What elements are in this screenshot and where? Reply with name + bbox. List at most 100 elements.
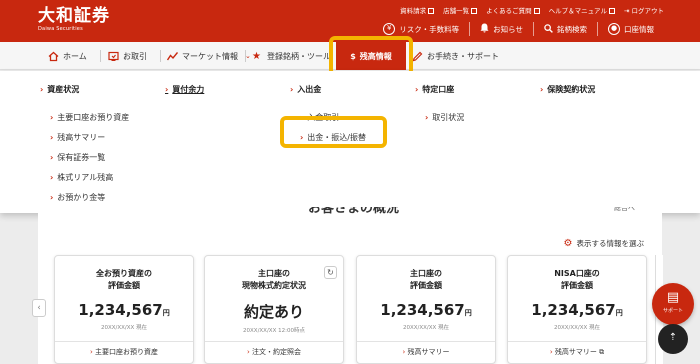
account-info-button[interactable]: ● 口座情報	[597, 22, 664, 36]
chat-bubble-icon: ▤	[666, 290, 680, 305]
menu-col-asset-status: › 資産状況 › 主要口座お預り資産 › 残高サマリー › 保有証券一覧 › 株式リアル残…	[40, 84, 129, 207]
logo-subtext: Daiwa Securities	[38, 26, 83, 32]
chevron-right-icon: ›	[50, 152, 54, 162]
external-link-icon	[471, 8, 478, 14]
external-link-icon	[608, 8, 615, 14]
card-link-balance-summary[interactable]: › 残高サマリー	[357, 341, 495, 357]
home-icon	[48, 51, 59, 61]
chevron-right-icon: ›	[540, 85, 544, 94]
risk-fees-button[interactable]: ¥ リスク・手数料等	[373, 22, 469, 36]
card-title-line2: 評価金額	[410, 281, 442, 290]
card-date: 20XX/XX/XX 現在	[402, 325, 450, 331]
overview-more-link[interactable]: 総合ペ	[614, 207, 635, 214]
highlight-balance-info	[329, 36, 413, 76]
menu-heading-buying-power[interactable]: › 買付余力	[165, 84, 204, 95]
header-actions: ¥ リスク・手数料等 お知らせ 銘柄検索 ● 口座情報	[373, 22, 664, 36]
notifications-button[interactable]: お知らせ	[469, 22, 533, 36]
card-title-line1: NISA口座の	[554, 269, 600, 278]
highlight-withdraw-transfer	[280, 116, 387, 148]
nav-divider	[245, 50, 246, 62]
menu-col-insurance: › 保険契約状況	[540, 84, 595, 107]
stock-search-button[interactable]: 銘柄検索	[533, 22, 597, 36]
menu-item-main-account-assets[interactable]: › 主要口座お預り資産	[50, 107, 129, 127]
user-icon: ●	[608, 23, 620, 35]
gear-icon: ⚙	[563, 238, 573, 249]
card-title-line1: 主口座の	[410, 269, 442, 278]
external-link-icon	[533, 8, 540, 14]
menu-heading-asset-status[interactable]: › 資産状況	[40, 84, 129, 95]
menu-item-realtime-stock-balance[interactable]: › 株式リアル残高	[50, 167, 129, 187]
card-title-line2: 評価金額	[108, 281, 140, 290]
carousel-prev-button[interactable]: ‹	[32, 299, 46, 317]
logout-icon: ⇥	[623, 7, 630, 15]
logo-text: 大和証券	[38, 6, 110, 26]
back-to-top-button[interactable]: ⇡	[658, 324, 688, 354]
chevron-right-icon: ›	[50, 192, 54, 202]
util-link-store-list[interactable]: 店舗一覧	[443, 5, 478, 15]
card-value: 1,234,567	[78, 301, 163, 319]
menu-heading-deposit-withdraw[interactable]: › 入出金	[290, 84, 366, 95]
card-date: 20XX/XX/XX 現在	[100, 325, 148, 331]
card-title-line2: 評価金額	[561, 281, 593, 290]
menu-heading-insurance[interactable]: › 保険契約状況	[540, 84, 595, 95]
chevron-right-icon: ›	[50, 112, 54, 122]
chevron-right-icon: ›	[165, 85, 169, 94]
chevron-right-icon: ›	[415, 85, 419, 94]
util-link-document-request[interactable]: 資料請求	[400, 5, 435, 15]
nav-home[interactable]: ホーム	[48, 42, 87, 70]
card-value: 1,234,567	[380, 301, 465, 319]
card-unit: 円	[615, 309, 623, 317]
card-link-main-account-assets[interactable]: › 主要口座お預り資産	[55, 341, 193, 357]
refresh-icon[interactable]: ↻	[324, 266, 337, 279]
card-total-assets: 全お預り資産の 評価金額 1,234,567円 20XX/XX/XX 現在 › 主…	[54, 255, 194, 364]
menu-item-transaction-status[interactable]: › 取引状況	[425, 107, 464, 127]
trade-icon	[108, 51, 119, 61]
external-link-icon	[428, 8, 435, 14]
chevron-right-icon: ›	[425, 112, 429, 122]
nav-market-info[interactable]: マーケット情報 ⌄	[167, 42, 251, 70]
card-date: 20XX/XX/XX 12:00時点	[243, 328, 305, 334]
card-stock-execution: ↻ 主口座の現物株式約定状況 約定あり 20XX/XX/XX 12:00時点 ›…	[204, 255, 344, 364]
card-title-line1: 全お預り資産の	[96, 269, 152, 278]
card-link-nisa-summary[interactable]: › 残高サマリー ⧉	[508, 341, 646, 357]
external-link-icon: ⧉	[599, 348, 605, 356]
card-value: 約定あり	[243, 303, 304, 321]
card-nisa-value: NISA口座の 評価金額 1,234,567円 20XX/XX/XX 現在 › 残…	[507, 255, 647, 364]
coin-icon: ¥	[383, 23, 396, 35]
bell-icon	[480, 23, 489, 35]
utility-links: 資料請求 店舗一覧 よくあるご質問 ヘルプ＆マニュアル ⇥ ログアウト	[400, 5, 664, 15]
arrow-up-icon: ⇡	[668, 332, 678, 343]
card-title-line1: 主口座の	[258, 269, 290, 278]
chevron-right-icon: ›	[50, 172, 54, 182]
display-settings-link[interactable]: ⚙ 表示する情報を選ぶ	[564, 238, 644, 249]
chart-line-icon	[167, 51, 178, 60]
chevron-right-icon: ›	[40, 85, 44, 94]
menu-item-holdings-list[interactable]: › 保有証券一覧	[50, 147, 129, 167]
star-icon: ★	[252, 50, 261, 62]
card-date: 20XX/XX/XX 現在	[553, 325, 601, 331]
overview-title: お客さまの概況	[308, 207, 400, 216]
card-title-line2: 現物株式約定状況	[242, 281, 306, 290]
support-chat-button[interactable]: ▤ サポート	[652, 283, 694, 325]
util-link-logout[interactable]: ⇥ ログアウト	[624, 5, 664, 15]
menu-item-deposits[interactable]: › お預かり金等	[50, 187, 129, 207]
menu-col-specific-account: › 特定口座 › 取引状況	[415, 84, 464, 127]
daiwa-logo[interactable]: 大和証券 Daiwa Securities	[38, 7, 110, 32]
nav-procedures-support[interactable]: お手続き・サポート	[412, 42, 499, 70]
nav-divider	[100, 50, 101, 62]
pencil-icon	[412, 51, 423, 61]
card-unit: 円	[464, 309, 472, 317]
util-link-faq[interactable]: よくあるご質問	[486, 5, 540, 15]
nav-divider	[160, 50, 161, 62]
util-link-help[interactable]: ヘルプ＆マニュアル	[549, 5, 615, 15]
card-unit: 円	[162, 309, 170, 317]
search-icon	[544, 23, 553, 35]
menu-col-buying-power: › 買付余力	[165, 84, 204, 107]
nav-trade[interactable]: お取引	[108, 42, 147, 70]
card-value: 1,234,567	[531, 301, 616, 319]
chevron-right-icon: ›	[50, 132, 54, 142]
menu-item-balance-summary[interactable]: › 残高サマリー	[50, 127, 129, 147]
card-main-account-value: 主口座の評価金額 1,234,567円 20XX/XX/XX 現在 › 残高サマ…	[356, 255, 496, 364]
card-link-order-inquiry[interactable]: › 注文・約定照会	[205, 341, 343, 357]
menu-heading-specific-account[interactable]: › 特定口座	[415, 84, 464, 95]
